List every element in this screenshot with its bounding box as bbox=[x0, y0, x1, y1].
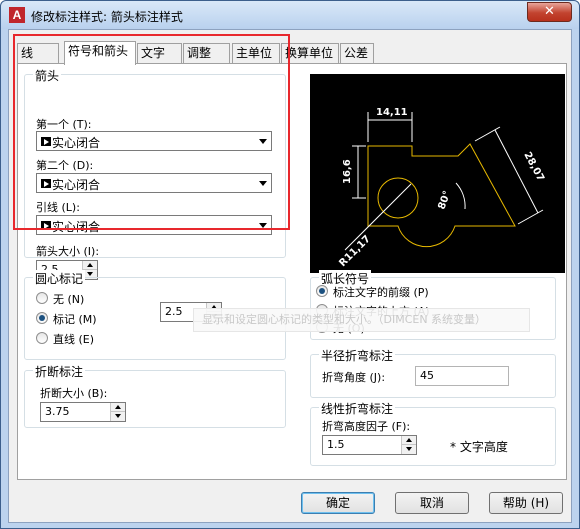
ok-button[interactable]: 确定 bbox=[301, 492, 375, 514]
dimension-preview-drawing: 14,11 16,6 28,07 80° R11,17 bbox=[337, 107, 546, 270]
center-mark-none-label[interactable]: 无 (N) bbox=[53, 291, 84, 307]
center-mark-none-radio[interactable] bbox=[36, 292, 48, 304]
preview-dim-top: 14,11 bbox=[376, 107, 408, 118]
arrow-size-label: 箭头大小 (I): bbox=[36, 245, 100, 258]
preview-dim-right: 28,07 bbox=[521, 150, 546, 183]
increment-icon[interactable] bbox=[82, 261, 97, 270]
tab-tolerances[interactable]: 公差 bbox=[340, 43, 374, 63]
jog-angle-label: 折弯角度 (J): bbox=[322, 371, 386, 384]
center-mark-line-radio[interactable] bbox=[36, 332, 48, 344]
center-mark-line-label[interactable]: 直线 (E) bbox=[53, 331, 94, 347]
arc-prefix-radio[interactable] bbox=[316, 285, 328, 297]
jog-height-label: 折弯高度因子 (F): bbox=[322, 420, 411, 433]
preview-dim-left: 16,6 bbox=[342, 159, 353, 184]
break-size-stepper[interactable]: 3.75 bbox=[40, 402, 126, 422]
help-button[interactable]: 帮助 (H) bbox=[489, 492, 563, 514]
linear-jog-group-label: 线性折弯标注 bbox=[319, 400, 396, 417]
center-mark-mark-label[interactable]: 标记 (M) bbox=[53, 311, 97, 327]
window-title: 修改标注样式: 箭头标注样式 bbox=[31, 10, 183, 24]
autocad-app-icon: A bbox=[9, 7, 25, 23]
jog-height-value: 1.5 bbox=[327, 438, 345, 451]
title-bar[interactable]: A 修改标注样式: 箭头标注样式 ✕ bbox=[1, 1, 579, 29]
jog-angle-value: 45 bbox=[420, 369, 434, 382]
decrement-icon[interactable] bbox=[401, 445, 416, 454]
tab-symbols-arrows[interactable]: 符号和箭头 bbox=[64, 41, 136, 65]
cancel-button[interactable]: 取消 bbox=[395, 492, 469, 514]
tooltip: 显示和设定圆心标记的类型和大小。（DIMCEN 系统变量） bbox=[193, 308, 530, 332]
dialog-window: A 修改标注样式: 箭头标注样式 ✕ 线 符号和箭头 文字 调整 主单位 换算单… bbox=[0, 0, 580, 529]
jog-height-stepper[interactable]: 1.5 bbox=[322, 435, 417, 455]
jog-height-unit-label: * 文字高度 bbox=[450, 440, 508, 454]
increment-icon[interactable] bbox=[401, 436, 416, 445]
break-size-label: 折断大小 (B): bbox=[40, 387, 108, 400]
preview-dim-angle: 80° bbox=[436, 189, 453, 211]
break-size-value: 3.75 bbox=[45, 405, 70, 418]
preview-image: 14,11 16,6 28,07 80° R11,17 bbox=[310, 74, 565, 273]
center-mark-group-label: 圆心标记 bbox=[33, 270, 86, 287]
dim-break-group-label: 折断标注 bbox=[33, 363, 86, 380]
center-mark-size-value: 2.5 bbox=[165, 305, 183, 318]
center-mark-mark-radio[interactable] bbox=[36, 312, 48, 324]
decrement-icon[interactable] bbox=[110, 412, 125, 421]
radius-jog-group-label: 半径折弯标注 bbox=[319, 347, 396, 364]
preview-dim-radius: R11,17 bbox=[337, 234, 373, 270]
increment-icon[interactable] bbox=[110, 403, 125, 412]
close-button[interactable]: ✕ bbox=[527, 2, 572, 22]
arc-prefix-label[interactable]: 标注文字的前缀 (P) bbox=[333, 284, 429, 300]
highlight-box bbox=[13, 34, 290, 230]
jog-angle-input[interactable]: 45 bbox=[415, 366, 509, 386]
